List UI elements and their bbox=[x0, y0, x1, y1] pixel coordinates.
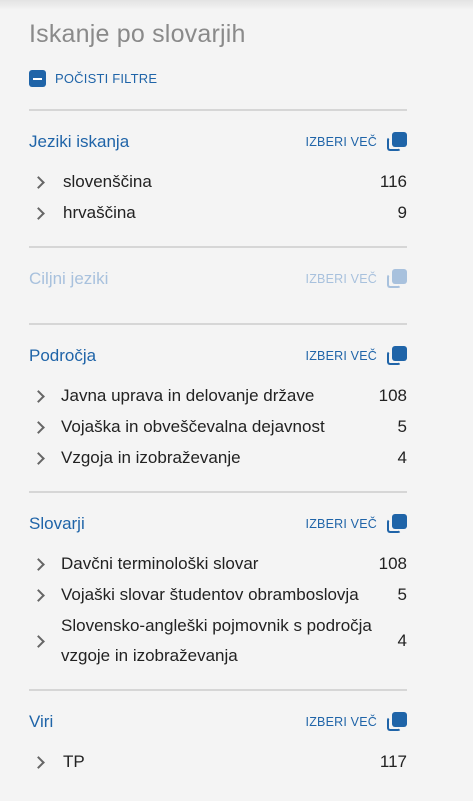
select-more-label: IZBERI VEČ bbox=[305, 517, 377, 531]
filter-item-javna-uprava[interactable]: Javna uprava in delovanje države 108 bbox=[29, 381, 407, 411]
section-dictionaries: Slovarji IZBERI VEČ bbox=[29, 512, 407, 538]
section-search-languages: Jeziki iskanja IZBERI VEČ bbox=[29, 130, 407, 156]
filter-item-count: 108 bbox=[378, 554, 407, 573]
filter-item-label: Vzgoja in izobraževanje bbox=[61, 448, 241, 467]
filter-item-label: Vojaška in obveščevalna dejavnost bbox=[61, 417, 325, 436]
select-more-button[interactable]: IZBERI VEČ bbox=[306, 346, 407, 366]
select-more-label: IZBERI VEČ bbox=[305, 349, 377, 363]
filter-item-count: 116 bbox=[379, 172, 407, 191]
divider bbox=[29, 323, 407, 325]
filter-item-label: hrvaščina bbox=[63, 203, 136, 222]
filter-item-count: 108 bbox=[378, 386, 407, 405]
select-more-button[interactable]: IZBERI VEČ bbox=[306, 132, 407, 152]
filter-item-label: Javna uprava in delovanje države bbox=[61, 386, 315, 405]
clear-filters-label: POČISTI FILTRE bbox=[55, 71, 158, 86]
chevron-right-icon bbox=[32, 635, 45, 648]
divider bbox=[29, 109, 407, 111]
filter-item-count: 5 bbox=[397, 417, 407, 436]
filter-item-label: slovenščina bbox=[63, 172, 152, 191]
select-more-button[interactable]: IZBERI VEČ bbox=[306, 712, 407, 732]
filter-item-pojmovnik[interactable]: Slovensko-angleški pojmovnik s področja … bbox=[29, 611, 407, 671]
section-title: Ciljni jeziki bbox=[29, 269, 109, 288]
section-title: Področja bbox=[29, 346, 97, 365]
divider bbox=[29, 246, 407, 248]
filter-item-count: 4 bbox=[397, 631, 407, 650]
select-more-label: IZBERI VEČ bbox=[305, 272, 377, 286]
chevron-right-icon bbox=[32, 390, 45, 403]
section-target-languages: Ciljni jeziki IZBERI VEČ bbox=[29, 267, 407, 293]
filter-item-count: 9 bbox=[397, 203, 407, 222]
chevron-right-icon bbox=[32, 558, 45, 571]
top-shadow bbox=[0, 0, 473, 10]
chevron-right-icon bbox=[32, 176, 45, 189]
filter-item-hrvascina[interactable]: hrvaščina 9 bbox=[29, 198, 407, 228]
section-title: Slovarji bbox=[29, 514, 85, 533]
section-title: Viri bbox=[29, 712, 54, 731]
select-more-button: IZBERI VEČ bbox=[306, 269, 407, 289]
select-more-label: IZBERI VEČ bbox=[305, 135, 377, 149]
section-header: Jeziki iskanja IZBERI VEČ bbox=[29, 130, 407, 156]
filter-item-tp[interactable]: TP 117 bbox=[29, 747, 407, 777]
divider bbox=[29, 491, 407, 493]
filter-item-vojaski-slovar[interactable]: Vojaški slovar študentov obramboslovja 5 bbox=[29, 580, 407, 610]
section-header: Slovarji IZBERI VEČ bbox=[29, 512, 407, 538]
select-more-label: IZBERI VEČ bbox=[305, 715, 377, 729]
filter-item-label: TP bbox=[63, 752, 85, 771]
copy-icon bbox=[387, 269, 407, 289]
copy-icon bbox=[387, 514, 407, 534]
section-title: Jeziki iskanja bbox=[29, 132, 130, 151]
chevron-right-icon bbox=[32, 421, 45, 434]
section-fields: Področja IZBERI VEČ bbox=[29, 344, 407, 370]
filter-item-label: Davčni terminološki slovar bbox=[61, 554, 259, 573]
filter-item-davcni-slovar[interactable]: Davčni terminološki slovar 108 bbox=[29, 549, 407, 579]
copy-icon bbox=[387, 346, 407, 366]
filter-item-label: Slovensko-angleški pojmovnik s področja bbox=[61, 616, 372, 635]
select-more-button[interactable]: IZBERI VEČ bbox=[306, 514, 407, 534]
section-header: Področja IZBERI VEČ bbox=[29, 344, 407, 370]
filter-item-vzgoja[interactable]: Vzgoja in izobraževanje 4 bbox=[29, 443, 407, 473]
chevron-right-icon bbox=[32, 756, 45, 769]
section-sources: Viri IZBERI VEČ bbox=[29, 710, 407, 736]
filter-item-count: 4 bbox=[397, 448, 407, 467]
chevron-right-icon bbox=[32, 452, 45, 465]
filter-item-vojaska-dejavnost[interactable]: Vojaška in obveščevalna dejavnost 5 bbox=[29, 412, 407, 442]
clear-filters-button[interactable]: POČISTI FILTRE bbox=[29, 70, 157, 87]
section-header: Viri IZBERI VEČ bbox=[29, 710, 407, 736]
divider bbox=[29, 689, 407, 691]
page-title: Iskanje po slovarjih bbox=[29, 20, 246, 48]
chevron-right-icon bbox=[32, 589, 45, 602]
filter-item-count: 5 bbox=[397, 585, 407, 604]
copy-icon bbox=[387, 712, 407, 732]
filter-item-label-line2: vzgoje in izobraževanja bbox=[61, 646, 238, 665]
minus-icon bbox=[29, 70, 46, 87]
section-header: Ciljni jeziki IZBERI VEČ bbox=[29, 267, 407, 293]
copy-icon bbox=[387, 132, 407, 152]
filter-item-slovenscina[interactable]: slovenščina 116 bbox=[29, 167, 407, 197]
filter-item-count: 117 bbox=[379, 752, 407, 771]
filter-item-label: Vojaški slovar študentov obramboslovja bbox=[61, 585, 359, 604]
chevron-right-icon bbox=[32, 207, 45, 220]
